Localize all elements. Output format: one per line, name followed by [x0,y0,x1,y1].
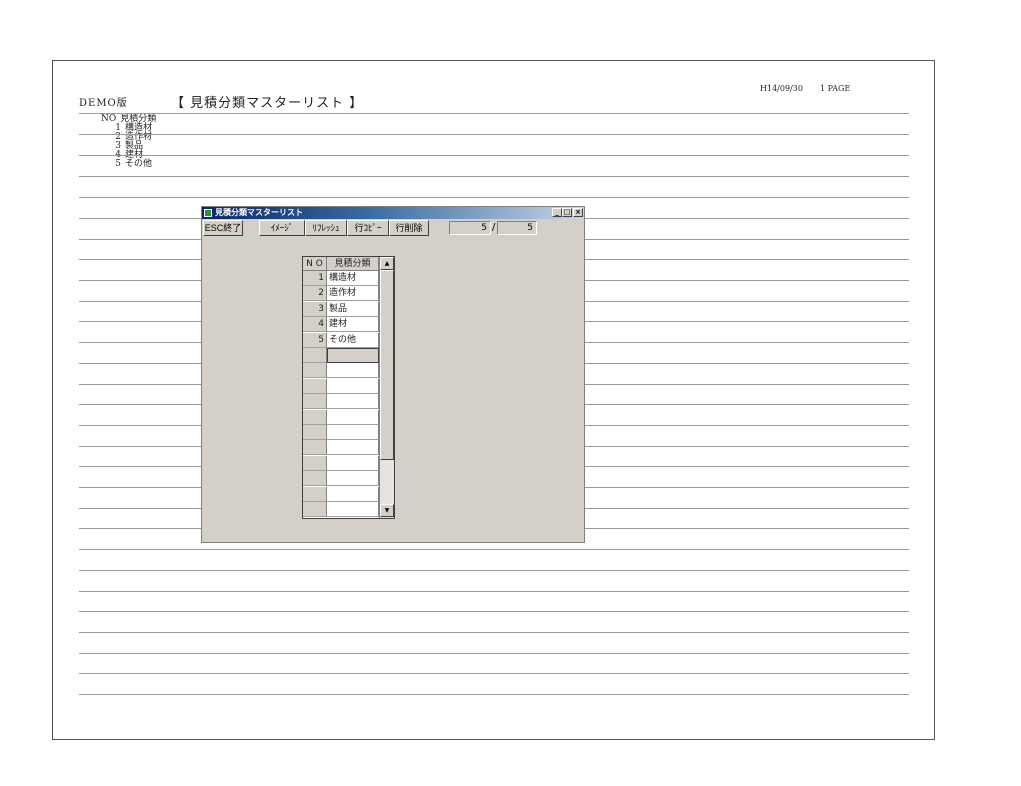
row-number-cell[interactable] [303,471,327,487]
ruled-line [79,694,909,695]
category-name-cell[interactable]: 造作材 [327,286,379,302]
category-name-cell[interactable] [327,486,379,502]
category-name-cell[interactable] [327,425,379,440]
row-number-cell[interactable] [303,425,327,440]
category-name-cell[interactable]: 建材 [327,317,379,333]
category-name-cell[interactable] [327,502,379,517]
row-number-cell[interactable] [303,378,327,394]
category-name-cell[interactable] [327,394,379,410]
ruled-line [79,632,909,633]
row-number-cell[interactable] [303,348,327,363]
category-name-cell[interactable]: その他 [327,332,379,348]
report-column-no: NO [101,114,117,124]
row-number-cell[interactable] [303,409,327,425]
ruled-line [79,113,909,114]
grid-header-no: N O [303,257,327,271]
table-row[interactable] [303,394,379,410]
table-row[interactable] [303,378,379,394]
ruled-line [79,653,909,654]
category-name-cell[interactable] [327,471,379,487]
category-grid: N O 見積分類 1 構造材 2 造作材 3 製品 4 建材 5 その他 ▲ ▼ [302,256,395,519]
row-number-cell[interactable]: 1 [303,271,327,286]
table-row[interactable] [303,471,379,487]
ruled-line [79,673,909,674]
category-name-cell[interactable] [327,363,379,379]
row-number-cell[interactable]: 4 [303,317,327,333]
scroll-thumb[interactable] [380,270,394,460]
close-button[interactable]: × [573,208,583,217]
category-name-cell[interactable]: 製品 [327,301,379,317]
row-number-cell[interactable]: 3 [303,301,327,317]
current-record-counter: 5 [449,221,491,235]
table-row[interactable] [303,502,379,517]
table-row[interactable] [303,440,379,456]
scroll-up-icon[interactable]: ▲ [380,257,394,270]
row-number-cell[interactable] [303,440,327,456]
table-row[interactable]: 4 建材 [303,317,379,333]
report-title: 【 見積分類マスターリスト 】 [171,96,364,111]
table-row[interactable] [303,486,379,502]
row-number-cell[interactable] [303,455,327,471]
table-row[interactable] [303,425,379,440]
table-row[interactable] [303,363,379,379]
image-button[interactable]: ｲﾒｰｼﾞ [259,220,305,236]
category-name-cell[interactable] [327,378,379,394]
report-date: H14/09/30 [760,84,803,93]
grid-scrollbar[interactable]: ▲ ▼ [379,257,394,518]
ruled-line [79,570,909,571]
total-record-counter: 5 [497,221,537,235]
row-number-cell[interactable] [303,394,327,410]
table-row[interactable]: 1 構造材 [303,271,379,286]
ruled-line [79,155,909,156]
window-titlebar[interactable]: 見積分類マスターリスト _ □ × [202,207,584,219]
ruled-line [79,134,909,135]
refresh-button[interactable]: ﾘﾌﾚｯｼｭ [305,220,347,236]
grid-header-name: 見積分類 [327,257,379,271]
table-row[interactable] [303,409,379,425]
maximize-button[interactable]: □ [562,208,572,217]
row-number-cell[interactable] [303,486,327,502]
row-copy-button[interactable]: 行ｺﾋﾟｰ [347,220,389,236]
window-title: 見積分類マスターリスト [215,208,303,217]
row-number-cell[interactable]: 5 [303,332,327,348]
category-name-cell[interactable] [327,455,379,471]
report-list-item: 5 その他 [115,159,153,169]
category-name-cell[interactable] [327,440,379,456]
table-row[interactable]: 2 造作材 [303,286,379,302]
category-name-cell[interactable]: 構造材 [327,271,379,286]
ruled-line [79,549,909,550]
table-row[interactable]: 3 製品 [303,301,379,317]
category-name-cell[interactable] [327,409,379,425]
esc-exit-button[interactable]: ESC終了 [203,220,243,236]
ruled-line [79,591,909,592]
row-number-cell[interactable] [303,363,327,379]
row-number-cell[interactable]: 2 [303,286,327,302]
table-row[interactable] [303,348,379,363]
ruled-line [79,197,909,198]
scroll-down-icon[interactable]: ▼ [380,504,394,517]
ruled-line [79,176,909,177]
app-icon [204,209,212,217]
minimize-button[interactable]: _ [552,208,562,217]
table-row[interactable] [303,455,379,471]
table-row[interactable]: 5 その他 [303,332,379,348]
ruled-line [79,611,909,612]
counter-separator: / [492,222,496,233]
category-name-cell[interactable] [327,348,379,363]
row-number-cell[interactable] [303,502,327,517]
master-list-window: 見積分類マスターリスト _ □ × ESC終了 ｲﾒｰｼﾞ ﾘﾌﾚｯｼｭ 行ｺﾋ… [201,206,585,543]
demo-label: DEMO版 [79,98,128,109]
row-delete-button[interactable]: 行削除 [389,220,429,236]
report-page-number: 1 PAGE [820,84,851,93]
